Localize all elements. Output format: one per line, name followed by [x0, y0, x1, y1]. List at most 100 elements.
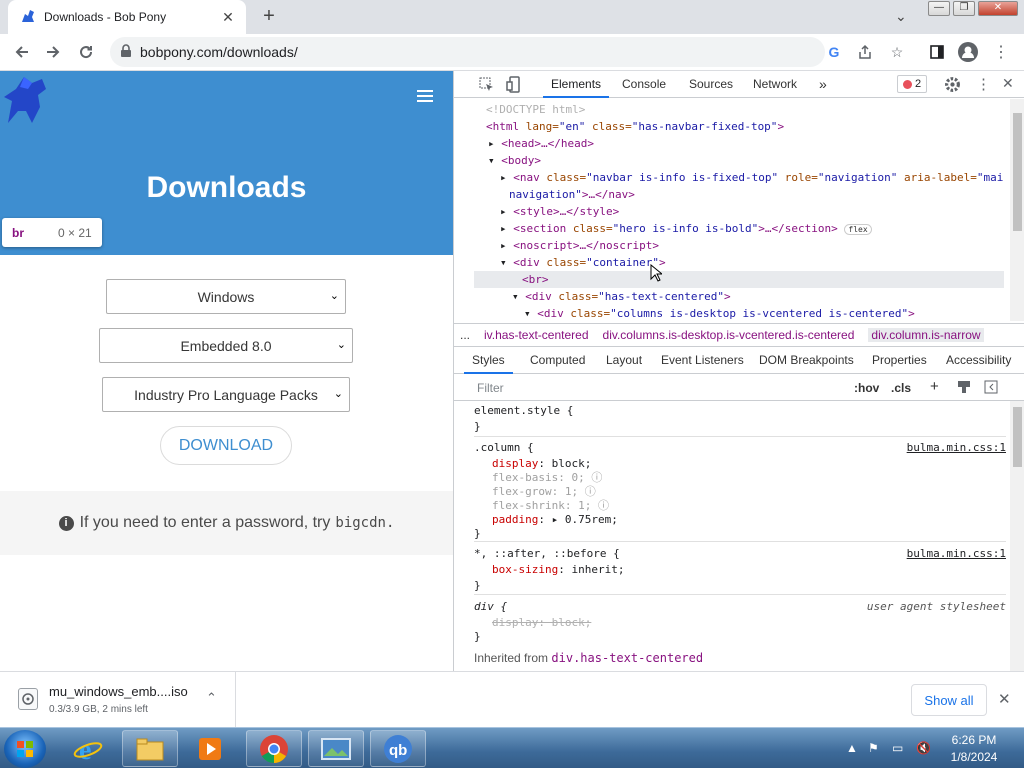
tab-styles[interactable]: Styles [464, 347, 513, 374]
edition-select[interactable]: Embedded 8.0 ⌄ [99, 328, 353, 363]
package-select[interactable]: Industry Pro Language Packs ⌄ [102, 377, 350, 412]
tab-close-icon[interactable]: ✕ [218, 9, 238, 26]
lock-icon[interactable] [120, 43, 132, 61]
minimize-button[interactable]: — [928, 1, 950, 16]
bobpony-logo-icon[interactable] [2, 75, 48, 128]
tab-layout[interactable]: Layout [606, 347, 642, 374]
breadcrumb-item[interactable]: iv.has-text-centered [484, 328, 589, 342]
rule-div-user-agent[interactable]: div { user agent stylesheet display: blo… [474, 596, 1006, 646]
dom-line[interactable]: navigation">…</nav> [509, 186, 635, 203]
dom-line[interactable]: ▾ <div class="has-text-centered"> [512, 288, 731, 305]
rule-column[interactable]: .column { bulma.min.css:1 display: block… [474, 438, 1006, 542]
browser-tab[interactable]: Downloads - Bob Pony ✕ [8, 0, 246, 34]
system-clock[interactable]: 6:26 PM 1/8/2024 [940, 732, 1008, 766]
bookmark-star-icon[interactable]: ☆ [886, 41, 908, 63]
chrome-icon[interactable] [246, 730, 302, 767]
restore-button[interactable]: ❐ [953, 1, 975, 16]
chevron-up-icon[interactable]: ⌃ [206, 690, 217, 706]
rule-universal[interactable]: *, ::after, ::before { bulma.min.css:1 b… [474, 543, 1006, 595]
address-bar[interactable]: bobpony.com/downloads/ [110, 37, 825, 67]
rule-element-style[interactable]: element.style { } [474, 401, 1006, 437]
paint-brush-icon[interactable] [957, 380, 971, 397]
back-button[interactable] [6, 36, 38, 68]
dom-line[interactable]: <br> [522, 271, 549, 288]
image-viewer-icon[interactable] [308, 730, 364, 767]
tab-console[interactable]: Console [622, 71, 666, 98]
error-count-badge[interactable]: 2 [897, 75, 927, 93]
tab-event-listeners[interactable]: Event Listeners [661, 347, 744, 374]
new-rule-plus-icon[interactable]: + [930, 378, 939, 395]
download-button[interactable]: DOWNLOAD [160, 426, 292, 465]
devtools-close-icon[interactable]: ✕ [1002, 75, 1014, 92]
dom-line[interactable]: ▸ <head>…</head> [488, 135, 594, 152]
stylesheet-link[interactable]: bulma.min.css:1 [907, 547, 1006, 561]
scrollbar-thumb[interactable] [1013, 407, 1022, 467]
note-text: If you need to enter a password, try [79, 514, 331, 531]
styles-scrollbar[interactable] [1010, 401, 1024, 671]
tab-properties[interactable]: Properties [872, 347, 927, 374]
tab-dom-breakpoints[interactable]: DOM Breakpoints [759, 347, 854, 374]
scrollbar-thumb[interactable] [1013, 113, 1022, 231]
clock-time: 6:26 PM [951, 733, 997, 747]
download-shelf-close-icon[interactable]: ✕ [998, 690, 1011, 708]
new-tab-button[interactable]: + [258, 6, 280, 28]
tab-search-chevron-icon[interactable]: ⌄ [895, 8, 907, 25]
dom-line[interactable]: ▸ <section class="hero is-info is-bold">… [500, 220, 872, 238]
inherited-selector[interactable]: div.has-text-centered [551, 651, 703, 665]
breadcrumb-item[interactable]: div.columns.is-desktop.is-vcentered.is-c… [603, 328, 855, 342]
tab-accessibility[interactable]: Accessibility [946, 347, 1011, 374]
cls-toggle[interactable]: .cls [891, 381, 911, 395]
toggle-sidebar-icon[interactable] [984, 380, 998, 397]
filter-input[interactable]: Filter [477, 381, 504, 395]
gear-icon[interactable] [944, 76, 961, 96]
window-close-button[interactable]: ✕ [978, 1, 1018, 16]
inspect-element-icon[interactable] [479, 77, 495, 96]
device-toolbar-icon[interactable] [506, 76, 522, 96]
dom-line[interactable]: <!DOCTYPE html> [486, 101, 585, 118]
forward-button[interactable] [37, 36, 69, 68]
menu-kebab-icon[interactable]: ⋮ [990, 41, 1012, 63]
dom-line[interactable]: ▾ <div class="container"> [500, 254, 666, 271]
dom-line[interactable]: ▾ <body> [488, 152, 541, 169]
media-player-icon[interactable] [182, 730, 238, 767]
breadcrumb-ellipsis[interactable]: ... [460, 328, 470, 342]
dom-line[interactable]: ▸ <nav class="navbar is-info is-fixed-to… [500, 169, 1004, 186]
download-item[interactable]: mu_windows_emb....iso 0.3/3.9 GB, 2 mins… [10, 672, 236, 728]
dom-line[interactable]: <html lang="en" class="has-navbar-fixed-… [486, 118, 784, 135]
qbittorrent-icon[interactable]: qb [370, 730, 426, 767]
profile-avatar-icon[interactable] [957, 41, 979, 63]
os-select[interactable]: Windows ⌄ [106, 279, 346, 314]
show-hidden-icons-icon[interactable]: ▲ [846, 741, 858, 755]
svg-text:qb: qb [389, 742, 407, 759]
chevron-down-icon: ⌄ [333, 388, 343, 400]
file-explorer-icon[interactable] [122, 730, 178, 767]
windows-taskbar: e qb ▲ ⚑ ▭ 🔇 6:26 PM 1/8/2024 [0, 727, 1024, 768]
tab-network[interactable]: Network [753, 71, 797, 98]
flex-badge[interactable]: flex [844, 224, 872, 235]
dom-line[interactable]: ▾ <div class="columns is-desktop is-vcen… [524, 305, 915, 321]
share-icon[interactable] [854, 41, 876, 63]
internet-explorer-icon[interactable]: e [60, 730, 116, 767]
hov-toggle[interactable]: :hov [854, 381, 879, 395]
hamburger-menu-icon[interactable] [417, 90, 433, 102]
network-icon[interactable]: ▭ [892, 741, 903, 755]
google-lens-icon[interactable]: G [823, 41, 845, 63]
tab-computed[interactable]: Computed [530, 347, 585, 374]
more-tabs-button[interactable]: » [819, 71, 827, 98]
tab-elements[interactable]: Elements [543, 71, 610, 98]
side-panel-icon[interactable] [926, 41, 948, 63]
show-all-button[interactable]: Show all [911, 684, 987, 716]
action-center-flag-icon[interactable]: ⚑ [868, 741, 879, 755]
start-button[interactable] [4, 730, 46, 768]
tab-sources[interactable]: Sources [689, 71, 733, 98]
breadcrumb-item[interactable]: div.column.is-narrow [868, 328, 984, 342]
reload-button[interactable] [70, 36, 102, 68]
selected-dom-row[interactable] [474, 271, 1004, 288]
dom-scrollbar[interactable] [1010, 99, 1024, 321]
devtools-menu-icon[interactable]: ⋮ [976, 75, 991, 93]
dom-line[interactable]: ▸ <style>…</style> [500, 203, 619, 220]
dom-line[interactable]: ▸ <noscript>…</noscript> [500, 237, 659, 254]
tooltip-dimensions: 0 × 21 [58, 225, 92, 240]
stylesheet-link[interactable]: bulma.min.css:1 [907, 441, 1006, 455]
volume-muted-icon[interactable]: 🔇 [916, 741, 931, 755]
